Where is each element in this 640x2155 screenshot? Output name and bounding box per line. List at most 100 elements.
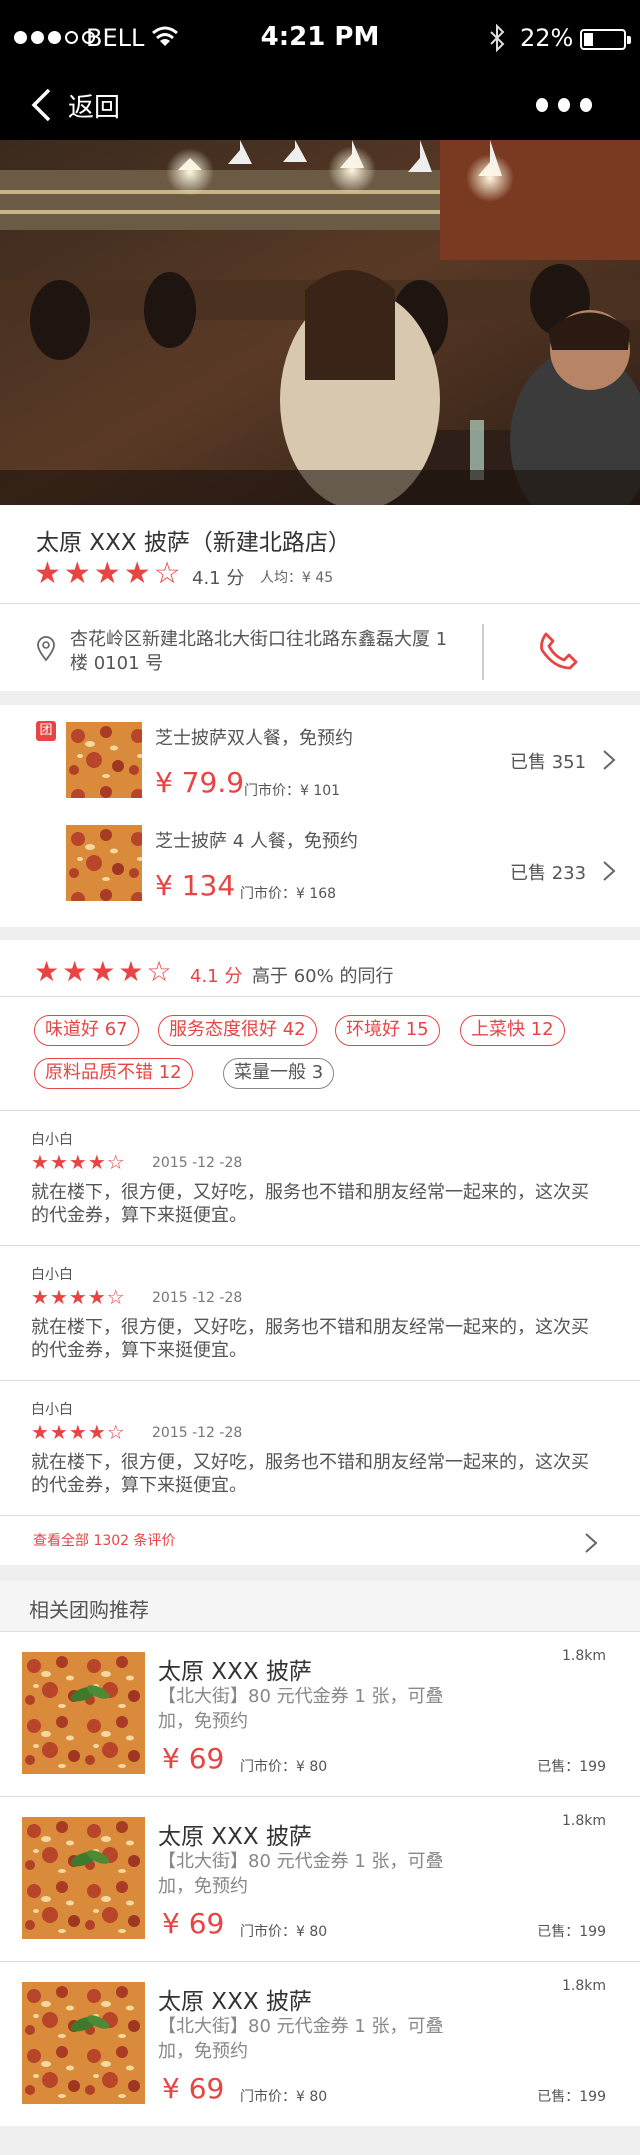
related-original-price: 门市价：¥ 80: [240, 1759, 328, 1775]
star-filled-icon: ★: [68, 1150, 87, 1174]
related-thumbnail: [22, 1817, 145, 1939]
divider: [0, 996, 640, 997]
deal-sold-count: 已售 233: [510, 863, 587, 884]
related-description: 【北大街】80 元代金券 1 张，可叠加，免预约: [158, 1851, 444, 1897]
related-original-price: 门市价：¥ 80: [240, 2089, 328, 2105]
store-avg-price: 人均：¥ 45: [260, 570, 334, 586]
store-header: 太原 XXX 披萨（新建北路店） ★ ★ ★ ★ ☆ 4.1 分 人均：¥ 45…: [0, 505, 640, 691]
related-sold-count: 已售：199: [537, 1924, 606, 1940]
star-filled-icon: ★: [63, 556, 91, 591]
related-distance: 1.8km: [561, 1648, 606, 1664]
related-title: 太原 XXX 披萨: [158, 1824, 312, 1850]
related-section: 相关团购推荐 太原 XXX 披萨 【北大街】80 元代金券 1 张，可叠加，免预…: [0, 1581, 640, 2126]
bluetooth-icon: [490, 24, 505, 52]
review-tag[interactable]: 环境好 15: [335, 1015, 440, 1046]
back-label: 返回: [68, 92, 121, 123]
deal-thumbnail: [66, 722, 142, 798]
location-pin-icon: [37, 636, 55, 662]
star-filled-icon: ★: [87, 1420, 106, 1444]
all-reviews-row[interactable]: 查看全部 1302 条评价: [0, 1516, 640, 1565]
review-tag[interactable]: 味道好 67: [34, 1015, 139, 1046]
top-bar: BELL 4:21 PM 22% 返回: [0, 0, 640, 140]
back-button[interactable]: 返回: [30, 82, 120, 128]
battery-icon: [580, 29, 631, 50]
review-tag[interactable]: 上菜快 12: [460, 1015, 565, 1046]
reviews-section: ★ ★ ★ ★ ☆ 4.1 分 高于 60% 的同行 味道好 67 服务态度很好…: [0, 940, 640, 1565]
store-score: 4.1 分: [192, 568, 245, 589]
chevron-right-icon: [603, 750, 616, 770]
deals-section: 团 芝士披萨双人餐，免预约 ¥ 79.9 门市价：¥ 101 已售 351 芝士…: [0, 705, 640, 927]
star-filled-icon: ★: [87, 1285, 106, 1309]
related-thumbnail: [22, 1982, 145, 2104]
deal-item[interactable]: 芝士披萨双人餐，免预约 ¥ 79.9 门市价：¥ 101 已售 351: [0, 722, 640, 820]
related-sold-count: 已售：199: [537, 2089, 606, 2105]
more-dots-icon: [536, 98, 548, 112]
star-filled-icon: ★: [49, 1285, 68, 1309]
review-user: 白小白: [31, 1267, 73, 1283]
related-deal-item[interactable]: 太原 XXX 披萨 【北大街】80 元代金券 1 张，可叠加，免预约 ¥ 69 …: [0, 1797, 640, 1962]
related-description: 【北大街】80 元代金券 1 张，可叠加，免预约: [158, 2016, 444, 2062]
nav-bar: 返回: [0, 76, 640, 140]
review-user: 白小白: [31, 1402, 73, 1418]
deal-title: 芝士披萨 4 人餐，免预约: [155, 831, 358, 852]
deal-price: ¥ 79.9: [155, 766, 245, 799]
store-name: 太原 XXX 披萨（新建北路店）: [36, 530, 351, 556]
star-filled-icon: ★: [31, 1285, 49, 1309]
chevron-right-icon: [585, 1533, 598, 1553]
status-bar: BELL 4:21 PM 22%: [0, 0, 640, 76]
related-distance: 1.8km: [561, 1978, 606, 1994]
vertical-divider: [482, 624, 484, 680]
star-filled-icon: ★: [123, 556, 151, 591]
review-user: 白小白: [31, 1132, 73, 1148]
deal-original-price: 门市价：¥ 101: [244, 783, 341, 799]
chevron-left-icon: [31, 88, 51, 122]
related-thumbnail: [22, 1652, 145, 1774]
more-options-button[interactable]: [536, 90, 592, 120]
phone-call-button[interactable]: [536, 630, 580, 672]
review-stars: ★ ★ ★ ★ ☆: [31, 1286, 125, 1308]
review-tag[interactable]: 服务态度很好 42: [158, 1015, 317, 1046]
review-date: 2015 -12 -28: [152, 1290, 243, 1306]
star-filled-icon: ★: [68, 1420, 87, 1444]
review-text: 就在楼下，很方便，又好吃，服务也不错和朋友经常一起来的，这次买的代金券，算下来挺…: [31, 1452, 589, 1496]
related-description: 【北大街】80 元代金券 1 张，可叠加，免预约: [158, 1686, 444, 1732]
review-text: 就在楼下，很方便，又好吃，服务也不错和朋友经常一起来的，这次买的代金券，算下来挺…: [31, 1317, 589, 1361]
review-tag[interactable]: 菜量一般 3: [223, 1058, 335, 1089]
related-original-price: 门市价：¥ 80: [240, 1924, 328, 1940]
related-title: 太原 XXX 披萨: [158, 1989, 312, 2015]
star-empty-icon: ☆: [106, 1420, 125, 1444]
review-stars: ★ ★ ★ ★ ☆: [31, 1421, 125, 1443]
star-filled-icon: ★: [90, 955, 116, 988]
star-filled-icon: ★: [49, 1150, 68, 1174]
related-deal-item[interactable]: 太原 XXX 披萨 【北大街】80 元代金券 1 张，可叠加，免预约 ¥ 69 …: [0, 1632, 640, 1797]
battery-percent: 22%: [520, 24, 574, 52]
restaurant-photo: [0, 140, 640, 505]
address-row[interactable]: 杏花岭区新建北路北大街口往北路东鑫磊大厦 1 楼 0101 号: [0, 604, 640, 691]
star-empty-icon: ☆: [106, 1150, 125, 1174]
review-item: 白小白 ★ ★ ★ ★ ☆ 2015 -12 -28 就在楼下，很方便，又好吃，服务也不…: [0, 1111, 640, 1245]
chevron-right-icon: [603, 861, 616, 881]
review-item: 白小白 ★ ★ ★ ★ ☆ 2015 -12 -28 就在楼下，很方便，又好吃，服务也不…: [0, 1246, 640, 1380]
store-rating-stars: ★ ★ ★ ★ ☆: [34, 557, 181, 591]
all-reviews-link[interactable]: 查看全部 1302 条评价: [33, 1530, 176, 1550]
star-empty-icon: ☆: [146, 955, 172, 988]
review-date: 2015 -12 -28: [152, 1425, 243, 1441]
star-empty-icon: ☆: [106, 1285, 125, 1309]
star-empty-icon: ☆: [153, 556, 181, 591]
deal-price: ¥ 134: [155, 869, 236, 902]
summary-compare: 高于 60% 的同行: [252, 966, 394, 987]
review-tag[interactable]: 原料品质不错 12: [34, 1058, 193, 1089]
star-filled-icon: ★: [31, 1150, 49, 1174]
deal-item[interactable]: 芝士披萨 4 人餐，免预约 ¥ 134 门市价：¥ 168 已售 233: [0, 825, 640, 923]
review-date: 2015 -12 -28: [152, 1155, 243, 1171]
star-filled-icon: ★: [118, 955, 144, 988]
review-item: 白小白 ★ ★ ★ ★ ☆ 2015 -12 -28 就在楼下，很方便，又好吃，服务也不…: [0, 1381, 640, 1515]
deal-title: 芝士披萨双人餐，免预约: [155, 728, 353, 749]
star-filled-icon: ★: [49, 1420, 68, 1444]
related-deal-item[interactable]: 太原 XXX 披萨 【北大街】80 元代金券 1 张，可叠加，免预约 ¥ 69 …: [0, 1962, 640, 2127]
related-title: 太原 XXX 披萨: [158, 1659, 312, 1685]
deal-thumbnail: [66, 825, 142, 901]
star-filled-icon: ★: [93, 556, 121, 591]
star-filled-icon: ★: [31, 1420, 49, 1444]
related-sold-count: 已售：199: [537, 1759, 606, 1775]
